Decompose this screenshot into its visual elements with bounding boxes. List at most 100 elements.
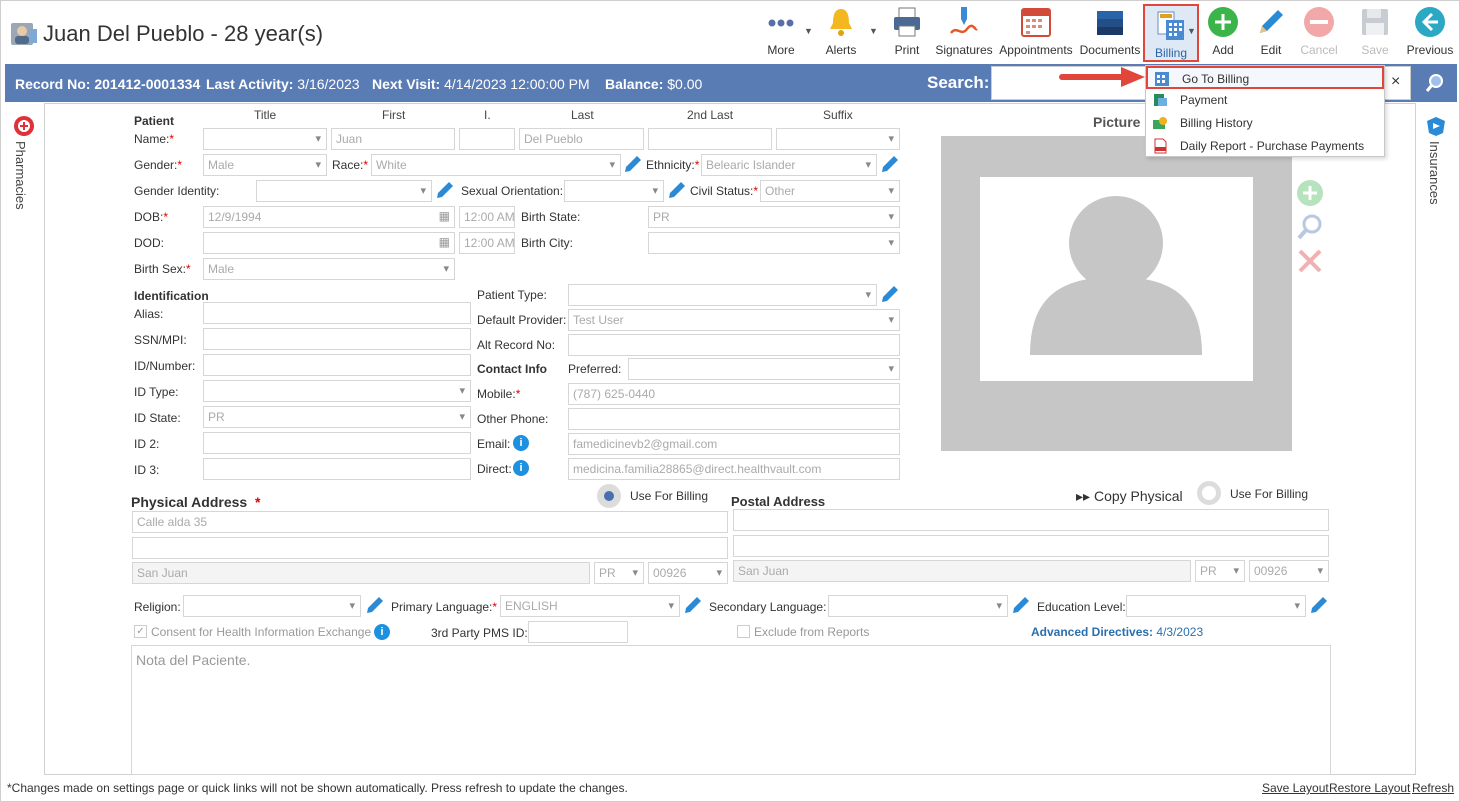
search-icon[interactable] bbox=[1425, 73, 1445, 93]
id-number-input[interactable] bbox=[203, 354, 471, 376]
preferred-contact-select[interactable] bbox=[628, 358, 900, 380]
civil-status-select[interactable]: Other bbox=[760, 180, 900, 202]
initial-input[interactable] bbox=[459, 128, 515, 150]
physical-zip-select[interactable]: 00926 bbox=[648, 562, 728, 584]
signatures-button[interactable]: Signatures bbox=[933, 5, 995, 61]
menu-item-go-to-billing[interactable]: Go To Billing bbox=[1146, 66, 1384, 89]
direct-input[interactable]: medicina.familia28865@direct.healthvault… bbox=[568, 458, 900, 480]
first-name-input[interactable]: Juan bbox=[331, 128, 455, 150]
menu-item-billing-history[interactable]: Billing History bbox=[1146, 112, 1384, 135]
birth-city-select[interactable] bbox=[648, 232, 900, 254]
pharmacies-icon[interactable] bbox=[13, 115, 35, 137]
primary-language-select[interactable]: ENGLISH bbox=[500, 595, 680, 617]
consent-info-icon[interactable]: i bbox=[374, 624, 390, 640]
advanced-directives-link[interactable]: Advanced Directives: 4/3/2023 bbox=[1031, 625, 1203, 639]
patient-type-edit-pencil-icon[interactable] bbox=[880, 284, 900, 304]
dod-input[interactable] bbox=[203, 232, 455, 254]
suffix-select[interactable] bbox=[776, 128, 900, 150]
second-last-name-input[interactable] bbox=[648, 128, 772, 150]
appointments-button[interactable]: Appointments bbox=[997, 5, 1075, 61]
menu-item-daily-report[interactable]: Daily Report - Purchase Payments bbox=[1146, 135, 1384, 158]
add-photo-icon[interactable] bbox=[1296, 179, 1324, 207]
physical-line1-input[interactable]: Calle alda 35 bbox=[132, 511, 728, 533]
more-caret-icon[interactable]: ▼ bbox=[804, 26, 813, 36]
education-level-edit-pencil-icon[interactable] bbox=[1309, 595, 1329, 615]
documents-button[interactable]: Documents bbox=[1079, 5, 1141, 61]
id-state-select[interactable]: PR bbox=[203, 406, 471, 428]
pharmacies-tab[interactable]: Pharmacies bbox=[13, 141, 28, 210]
dod-time-input[interactable]: 12:00 AM bbox=[459, 232, 515, 254]
ssn-input[interactable] bbox=[203, 328, 471, 350]
insurances-icon[interactable] bbox=[1425, 115, 1447, 137]
gender-select[interactable]: Male bbox=[203, 154, 327, 176]
postal-use-for-billing-radio[interactable] bbox=[1197, 481, 1221, 505]
delete-photo-icon[interactable] bbox=[1296, 247, 1324, 275]
print-button[interactable]: Print bbox=[885, 5, 929, 61]
primary-language-edit-pencil-icon[interactable] bbox=[683, 595, 703, 615]
refresh-link[interactable]: Refresh bbox=[1412, 781, 1454, 795]
menu-item-payment[interactable]: Payment bbox=[1146, 89, 1384, 112]
id2-input[interactable] bbox=[203, 432, 471, 454]
ethnicity-select[interactable]: Belearic Islander bbox=[701, 154, 877, 176]
default-provider-select[interactable]: Test User bbox=[568, 309, 900, 331]
more-button[interactable]: More bbox=[759, 5, 803, 61]
third-party-input[interactable] bbox=[528, 621, 628, 643]
education-level-select[interactable] bbox=[1126, 595, 1306, 617]
title-select[interactable] bbox=[203, 128, 327, 150]
add-button[interactable]: Add bbox=[1203, 5, 1243, 61]
postal-zip-select[interactable]: 00926 bbox=[1249, 560, 1329, 582]
physical-line2-input[interactable] bbox=[132, 537, 728, 559]
avatar-placeholder-icon bbox=[980, 177, 1253, 381]
physical-state-select[interactable]: PR bbox=[594, 562, 644, 584]
dob-input[interactable]: 12/9/1994 bbox=[203, 206, 455, 228]
alerts-caret-icon[interactable]: ▼ bbox=[869, 26, 878, 36]
alerts-button[interactable]: Alerts bbox=[819, 5, 863, 61]
other-phone-input[interactable] bbox=[568, 408, 900, 430]
secondary-language-edit-pencil-icon[interactable] bbox=[1011, 595, 1031, 615]
religion-edit-pencil-icon[interactable] bbox=[365, 595, 385, 615]
patient-type-select[interactable] bbox=[568, 284, 877, 306]
last-activity: Last Activity: 3/16/2023 bbox=[206, 76, 360, 92]
ethnicity-edit-pencil-icon[interactable] bbox=[880, 154, 900, 174]
dob-time-input[interactable]: 12:00 AM bbox=[459, 206, 515, 228]
email-info-icon[interactable]: i bbox=[513, 435, 529, 451]
sexual-orientation-edit-pencil-icon[interactable] bbox=[667, 180, 687, 200]
postal-line2-input[interactable] bbox=[733, 535, 1329, 557]
zoom-photo-icon[interactable] bbox=[1296, 213, 1324, 241]
sexual-orientation-select[interactable] bbox=[564, 180, 664, 202]
race-edit-pencil-icon[interactable] bbox=[623, 154, 643, 174]
alt-record-input[interactable] bbox=[568, 334, 900, 356]
consent-checkbox[interactable]: ✓ bbox=[134, 625, 147, 638]
billing-caret-icon[interactable]: ▼ bbox=[1187, 26, 1196, 36]
restore-layout-link[interactable]: Restore Layout bbox=[1329, 781, 1410, 795]
physical-city-input[interactable]: San Juan bbox=[132, 562, 590, 584]
postal-state-select[interactable]: PR bbox=[1195, 560, 1245, 582]
save-layout-link[interactable]: Save Layout bbox=[1262, 781, 1329, 795]
secondary-language-select[interactable] bbox=[828, 595, 1008, 617]
postal-city-input[interactable]: San Juan bbox=[733, 560, 1191, 582]
direct-info-icon[interactable]: i bbox=[513, 460, 529, 476]
email-input[interactable]: famedicinevb2@gmail.com bbox=[568, 433, 900, 455]
mobile-input[interactable]: (787) 625-0440 bbox=[568, 383, 900, 405]
religion-select[interactable] bbox=[183, 595, 361, 617]
birth-sex-select[interactable]: Male bbox=[203, 258, 455, 280]
id3-input[interactable] bbox=[203, 458, 471, 480]
id-type-select[interactable] bbox=[203, 380, 471, 402]
exclude-reports-checkbox[interactable] bbox=[737, 625, 750, 638]
search-clear-icon[interactable]: × bbox=[1391, 73, 1400, 91]
postal-line1-input[interactable] bbox=[733, 509, 1329, 531]
last-name-input[interactable]: Del Pueblo bbox=[519, 128, 644, 150]
race-select[interactable]: White bbox=[371, 154, 621, 176]
birth-state-select[interactable]: PR bbox=[648, 206, 900, 228]
edit-button[interactable]: Edit bbox=[1251, 5, 1291, 61]
gender-identity-select[interactable] bbox=[256, 180, 432, 202]
patient-notes-textarea[interactable]: Nota del Paciente. bbox=[131, 645, 1331, 775]
cancel-button[interactable]: Cancel bbox=[1297, 5, 1341, 61]
use-for-billing-radio[interactable] bbox=[597, 484, 621, 508]
previous-button[interactable]: Previous bbox=[1405, 5, 1455, 61]
alias-input[interactable] bbox=[203, 302, 471, 324]
insurances-tab[interactable]: Insurances bbox=[1427, 141, 1442, 205]
save-button[interactable]: Save bbox=[1355, 5, 1395, 61]
gender-identity-edit-pencil-icon[interactable] bbox=[435, 180, 455, 200]
copy-physical-button[interactable]: ▸▸ Copy Physical bbox=[1076, 488, 1183, 505]
